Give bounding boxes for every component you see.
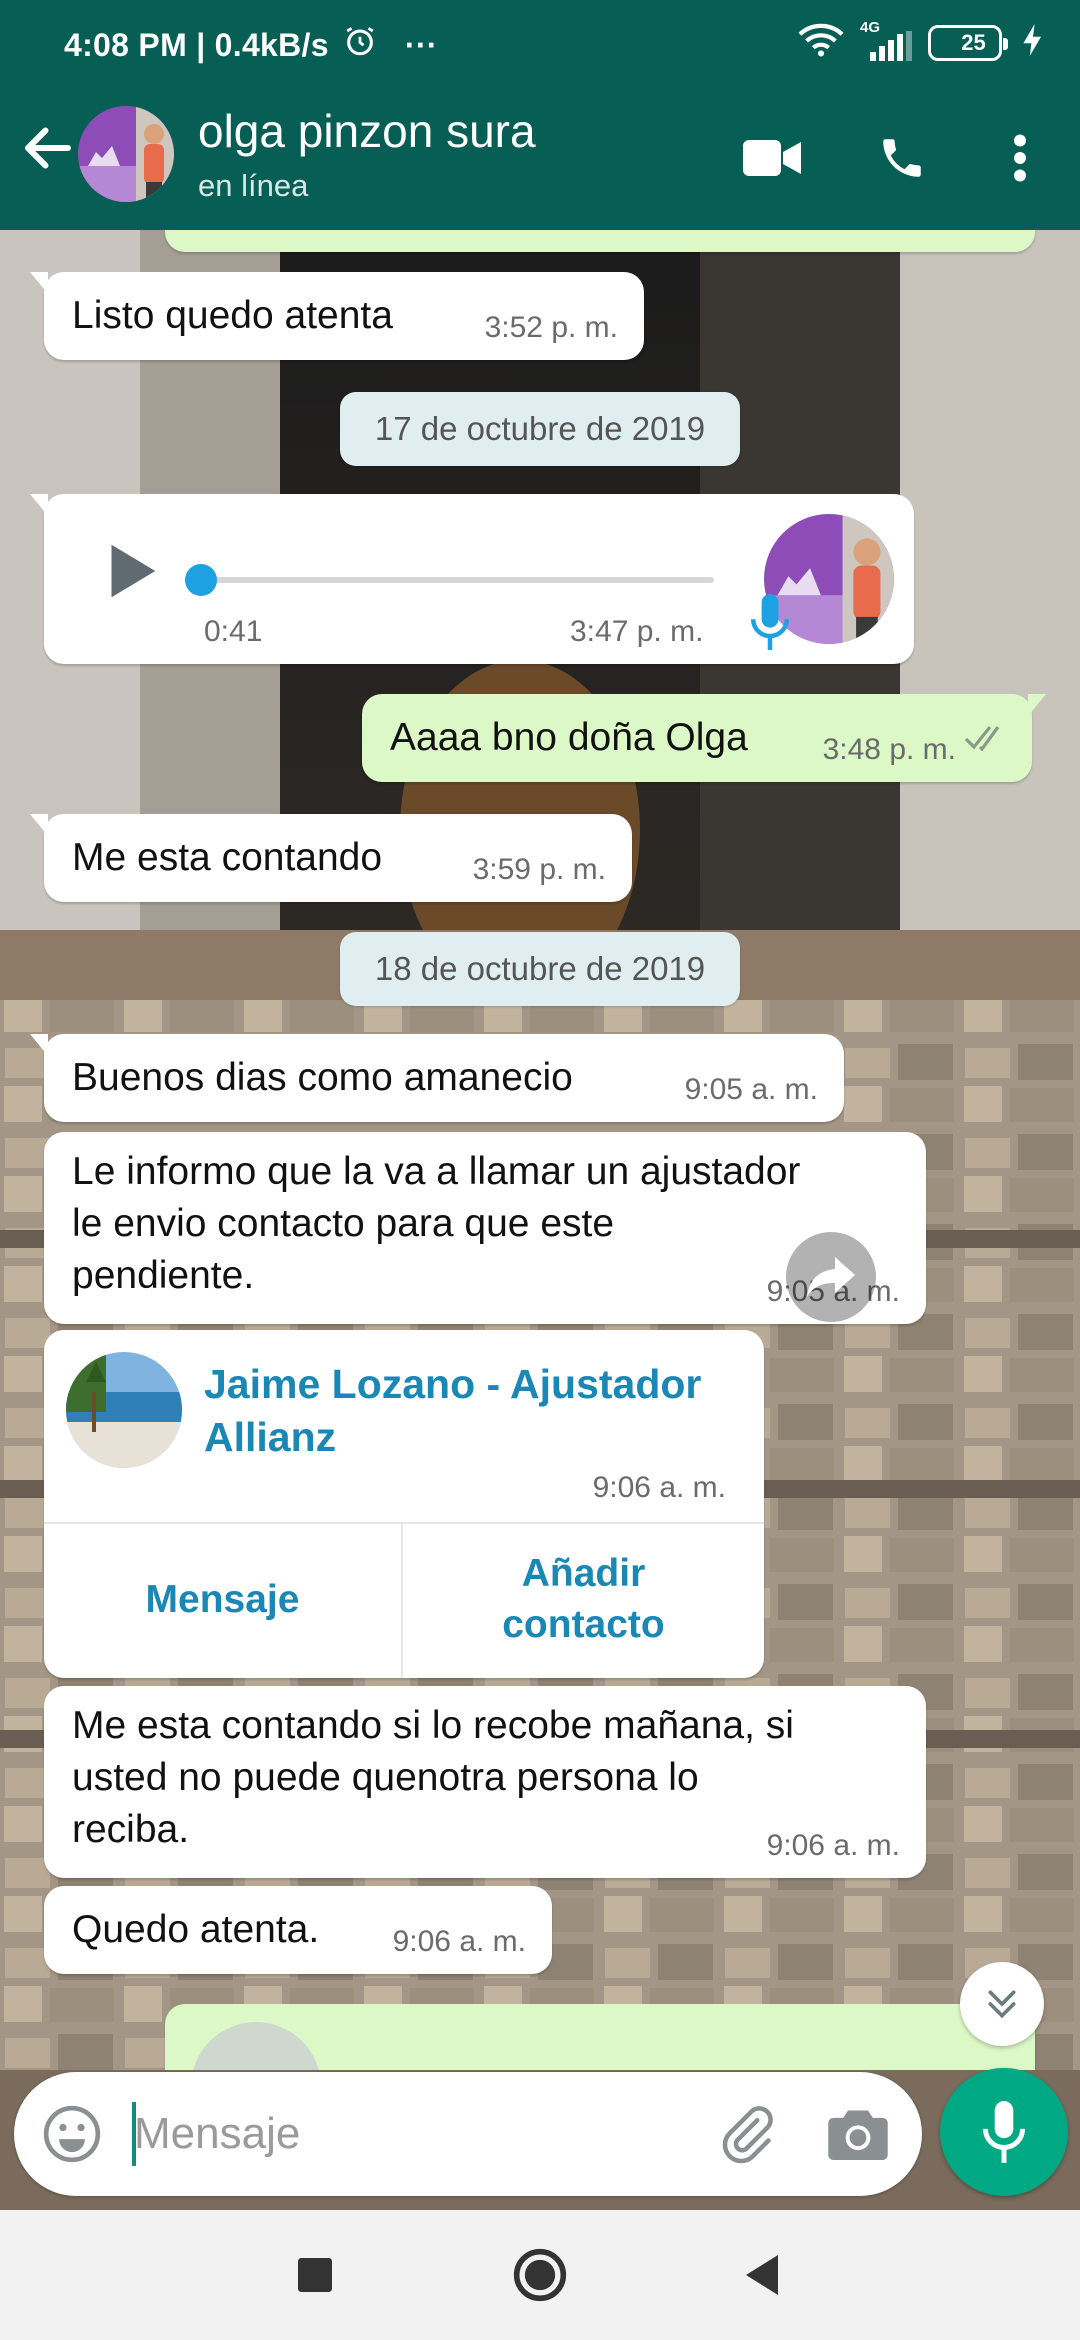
date-separator: 17 de octubre de 2019 <box>340 392 740 466</box>
message-text: Le informo que la va a llamar un ajustad… <box>72 1150 801 1297</box>
forward-icon <box>807 1257 855 1297</box>
contact-avatar[interactable] <box>78 106 174 202</box>
message-time: 9:05 a. m. <box>684 1072 818 1106</box>
message-time: 3:47 p. m. <box>570 615 704 648</box>
battery-level: 25 <box>961 29 986 55</box>
circle-icon <box>513 2248 567 2302</box>
forward-button[interactable] <box>786 1232 876 1322</box>
play-icon <box>111 544 156 598</box>
message-incoming[interactable]: Buenos dias como amanecio 9:05 a. m. <box>30 1034 844 1122</box>
status-right: 4G 25 <box>798 19 1044 63</box>
contact-card-name[interactable]: Jaime Lozano - Ajustador Allianz <box>204 1358 701 1465</box>
contact-status: en línea <box>198 168 309 203</box>
attach-button[interactable] <box>714 2102 778 2166</box>
status-time-speed: 4:08 PM | 0.4kB/s <box>64 26 329 63</box>
signal-icon: 4G <box>858 19 914 63</box>
add-contact-button[interactable]: Añadir contacto <box>403 1522 764 1678</box>
message-text: Me esta contando <box>72 836 383 879</box>
voice-call-button[interactable] <box>870 126 934 190</box>
voice-progress-track[interactable] <box>194 577 714 583</box>
recents-button[interactable] <box>280 2240 350 2310</box>
triangle-back-icon <box>746 2255 778 2295</box>
message-incoming[interactable]: Quedo atenta. 9:06 a. m. <box>44 1886 552 1974</box>
message-text: Listo quedo atenta <box>72 294 393 337</box>
voice-mic-icon <box>750 594 790 650</box>
message-outgoing[interactable]: Aaaa bno doña Olga 3:48 p. m. <box>362 694 1046 782</box>
read-receipt-icon <box>964 713 1008 766</box>
contact-card-avatar <box>66 1352 182 1468</box>
contact-card[interactable]: Jaime Lozano - Ajustador Allianz 9:06 a.… <box>44 1330 764 1678</box>
camera-button[interactable] <box>826 2102 890 2166</box>
chat-area[interactable]: Listo quedo atenta 3:52 p. m. 17 de octu… <box>0 230 1080 2070</box>
status-left: 4:08 PM | 0.4kB/s ··· <box>64 24 438 66</box>
message-text: Me esta contando si lo recobe mañana, si… <box>72 1704 794 1851</box>
message-text: Quedo atenta. <box>72 1908 320 1951</box>
microphone-icon <box>982 2101 1026 2163</box>
date-separator: 18 de octubre de 2019 <box>340 932 740 1006</box>
alarm-icon <box>343 24 377 66</box>
partial-avatar <box>191 2022 321 2070</box>
message-text: Aaaa bno doña Olga <box>390 716 748 759</box>
system-navigation-bar <box>0 2210 1080 2340</box>
message-composer <box>14 2072 922 2196</box>
contact-name[interactable]: olga pinzon sura <box>198 104 536 158</box>
partial-message-top[interactable] <box>165 230 1035 252</box>
message-time: 3:52 p. m. <box>484 310 618 344</box>
voice-message[interactable]: 0:41 3:47 p. m. <box>30 494 914 664</box>
message-time: 3:59 p. m. <box>472 852 606 886</box>
square-icon <box>298 2258 332 2292</box>
emoji-icon <box>43 2105 101 2163</box>
play-button[interactable] <box>94 536 164 606</box>
charging-icon <box>1022 24 1044 61</box>
message-incoming[interactable]: Me esta contando 3:59 p. m. <box>30 814 632 902</box>
contact-message-button[interactable]: Mensaje <box>44 1522 401 1678</box>
back-nav-button[interactable] <box>727 2240 797 2310</box>
video-call-button[interactable] <box>740 126 804 190</box>
paperclip-icon <box>722 2106 773 2164</box>
message-time: 9:06 a. m. <box>766 1828 900 1862</box>
partial-message-bottom[interactable] <box>165 2004 1035 2070</box>
scroll-to-bottom-button[interactable] <box>960 1962 1044 2046</box>
phone-icon <box>883 139 921 177</box>
message-text: Buenos dias como amanecio <box>72 1056 573 1099</box>
message-time: 3:48 p. m. <box>822 732 956 766</box>
camera-icon <box>828 2110 888 2160</box>
message-time: 9:06 a. m. <box>392 1924 526 1958</box>
message-time: 9:06 a. m. <box>592 1471 726 1504</box>
message-input[interactable] <box>134 2098 694 2170</box>
overflow-menu-button[interactable] <box>988 126 1052 190</box>
status-bar: 4:08 PM | 0.4kB/s ··· 4G 25 <box>0 0 1080 88</box>
message-incoming[interactable]: Me esta contando si lo recobe mañana, si… <box>44 1686 926 1878</box>
home-button[interactable] <box>505 2240 575 2310</box>
double-chevron-down-icon <box>988 1990 1016 2019</box>
more-notifications-icon: ··· <box>404 26 438 63</box>
back-button[interactable] <box>18 118 78 178</box>
arrow-back-icon <box>25 127 71 169</box>
chat-header: olga pinzon sura en línea <box>0 88 1080 230</box>
message-incoming[interactable]: Listo quedo atenta 3:52 p. m. <box>30 272 644 360</box>
voice-record-button[interactable] <box>940 2068 1068 2196</box>
emoji-button[interactable] <box>40 2102 104 2166</box>
wifi-icon <box>798 22 844 63</box>
voice-duration: 0:41 <box>204 615 263 648</box>
video-camera-icon <box>743 140 801 176</box>
voice-progress-thumb[interactable] <box>185 564 217 596</box>
battery-indicator: 25 <box>928 24 1008 61</box>
more-vert-icon <box>1014 134 1026 182</box>
